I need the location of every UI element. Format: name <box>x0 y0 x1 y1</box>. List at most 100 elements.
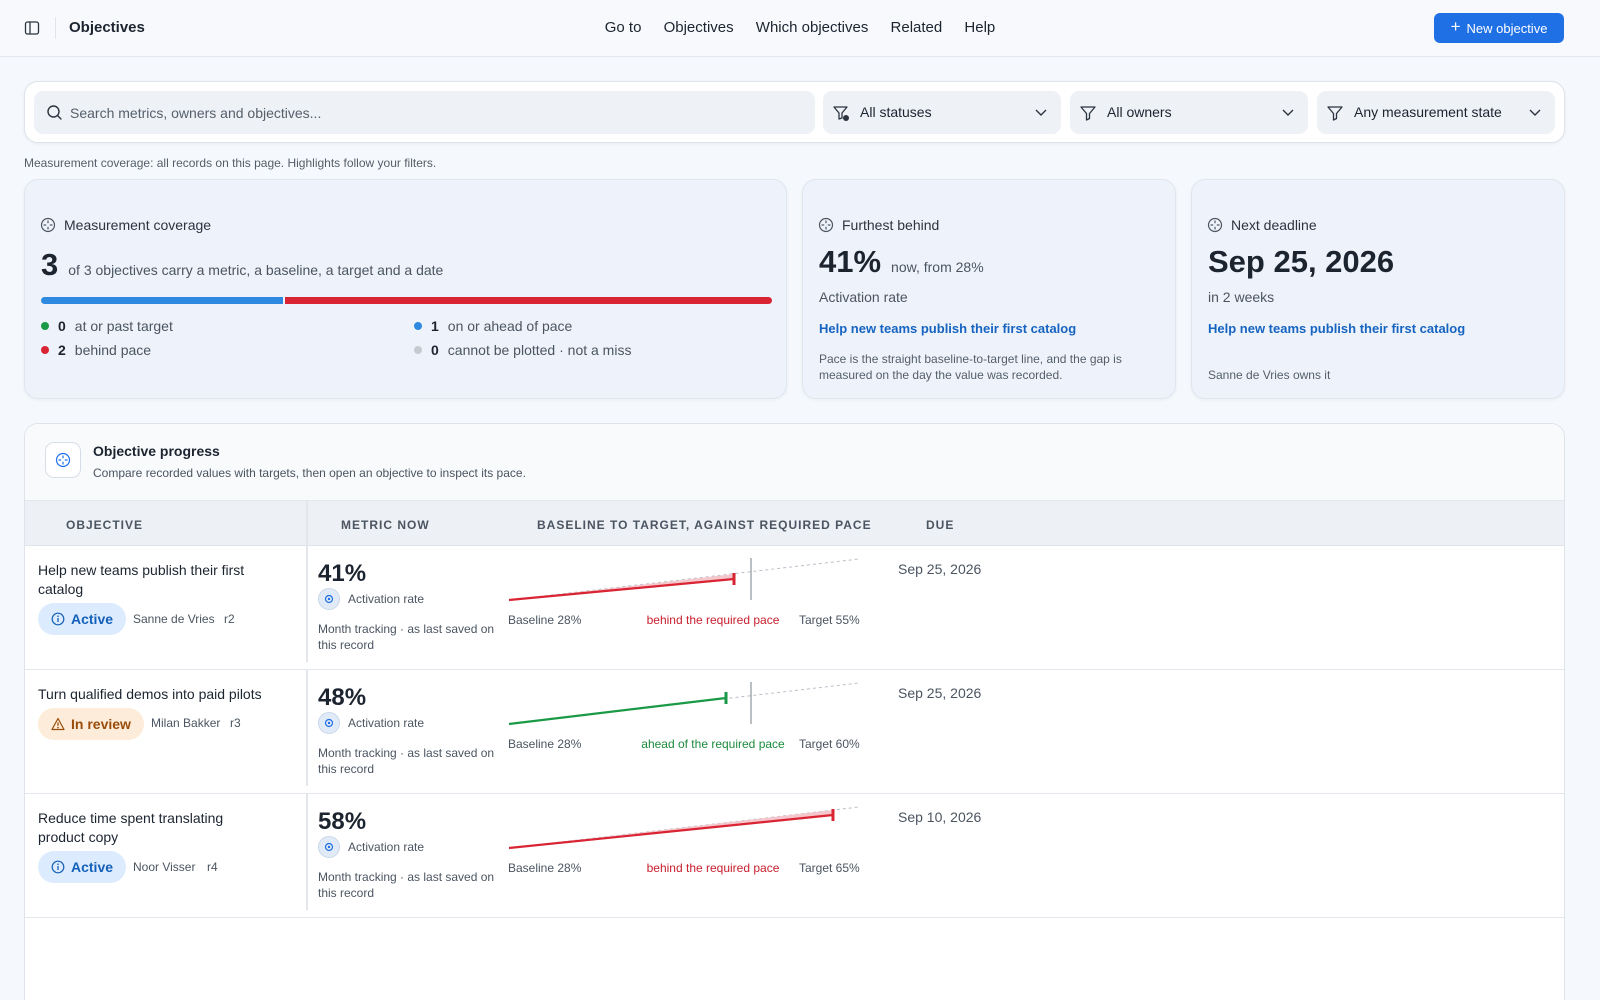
coverage-summary: 3 of 3 objectives carry a metric, a base… <box>41 247 443 283</box>
status-label: In review <box>71 716 131 732</box>
behind-objective-link[interactable]: Help new teams publish their first catal… <box>819 321 1076 336</box>
column-divider <box>306 546 308 662</box>
owner-filter[interactable]: All owners <box>1070 91 1308 134</box>
status-badge: Active <box>38 851 127 883</box>
info-icon <box>51 612 65 626</box>
target-label: Target 65% <box>799 861 860 875</box>
metric-note: Month tracking · as last saved on this r… <box>318 622 495 652</box>
metric-name-row: Activation rate <box>318 836 424 858</box>
card-title: Next deadline <box>1231 217 1317 233</box>
pace-sparkline <box>508 682 860 726</box>
legend-label: cannot be plotted · not a miss <box>447 342 632 358</box>
metric-name: Activation rate <box>348 592 425 606</box>
info-icon <box>51 860 65 874</box>
search-icon <box>47 105 62 120</box>
baseline-label: Baseline 28% <box>508 737 582 751</box>
nav-objectives[interactable]: Objectives <box>664 19 734 36</box>
filter-status-icon <box>833 106 849 121</box>
nav-go-to[interactable]: Go to <box>605 19 642 36</box>
coverage-bar <box>41 297 772 304</box>
nav-which-objectives[interactable]: Which objectives <box>756 19 869 36</box>
panel-subtitle: Compare recorded values with targets, th… <box>93 466 526 480</box>
legend-count: 0 <box>431 342 439 358</box>
coverage-summary-text: of 3 objectives carry a metric, a baseli… <box>68 262 444 278</box>
gear-icon <box>318 588 340 610</box>
objective-title[interactable]: Turn qualified demos into paid pilots <box>38 685 298 704</box>
target-label: Target 55% <box>799 613 860 627</box>
behind-from: now, from 28% <box>891 259 984 275</box>
metric-name: Activation rate <box>348 840 425 854</box>
legend-dot <box>414 346 422 354</box>
legend-count: 0 <box>58 318 66 334</box>
top-bar: Objectives Go to Objectives Which object… <box>0 0 1600 57</box>
legend-label: behind pace <box>74 342 152 358</box>
owner-name: Sanne de Vries <box>133 612 215 626</box>
filter-icon <box>1080 106 1096 121</box>
new-objective-button[interactable]: + New objective <box>1434 13 1564 43</box>
status-filter[interactable]: All statuses <box>823 91 1061 134</box>
deadline-objective-link[interactable]: Help new teams publish their first catal… <box>1208 321 1465 336</box>
legend-at-target: 0 at or past target <box>41 318 173 334</box>
metric-name: Activation rate <box>348 716 425 730</box>
search-box[interactable] <box>34 91 815 134</box>
legend-dot <box>414 322 422 330</box>
column-divider <box>306 794 308 910</box>
legend-dot <box>41 346 49 354</box>
nav-related[interactable]: Related <box>891 19 943 36</box>
table-row[interactable]: Help new teams publish their first catal… <box>25 546 1564 670</box>
search-input[interactable] <box>70 91 800 134</box>
pace-sparkline <box>508 558 860 602</box>
target-icon <box>45 442 81 478</box>
coverage-count: 3 <box>41 247 59 282</box>
due-date: Sep 25, 2026 <box>898 561 982 577</box>
pace-label: behind the required pace <box>646 613 780 627</box>
revision: r4 <box>207 860 218 874</box>
owner-name: Noor Visser <box>133 860 196 874</box>
measurement-filter-value: Any measurement state <box>1354 104 1502 120</box>
coverage-bar-behind <box>285 297 772 304</box>
table-header: OBJECTIVE METRIC NOW BASELINE TO TARGET,… <box>25 500 1564 546</box>
objective-title[interactable]: Reduce time spent translating product co… <box>38 809 258 847</box>
due-date: Sep 10, 2026 <box>898 809 982 825</box>
col-objective[interactable]: OBJECTIVE <box>66 518 143 532</box>
nav-help[interactable]: Help <box>964 19 995 36</box>
top-nav: Go to Objectives Which objectives Relate… <box>0 19 1600 36</box>
metric-value: 41% <box>318 560 367 587</box>
card-header: Next deadline <box>1207 217 1317 233</box>
panel-title: Objective progress <box>93 443 220 459</box>
chevron-down-icon <box>1529 109 1541 116</box>
behind-metric: Activation rate <box>819 289 908 305</box>
gear-icon <box>318 712 340 734</box>
legend-ahead: 1 on or ahead of pace <box>414 318 572 334</box>
objective-progress-panel: Objective progress Compare recorded valu… <box>24 423 1565 1000</box>
revision: r2 <box>224 612 235 626</box>
behind-value: 41% <box>819 244 882 279</box>
col-metric-now[interactable]: METRIC NOW <box>341 518 430 532</box>
next-deadline-card: Next deadline Sep 25, 2026 in 2 weeks He… <box>1191 179 1565 399</box>
furthest-behind-card: Furthest behind 41% now, from 28% Activa… <box>802 179 1176 399</box>
new-objective-label: New objective <box>1466 20 1548 36</box>
pace-note: Pace is the straight baseline-to-target … <box>819 352 1122 382</box>
legend-dot <box>41 322 49 330</box>
card-title: Furthest behind <box>842 217 940 233</box>
chevron-down-icon <box>1282 109 1294 116</box>
filter-bar: All statuses All owners Any measurement … <box>24 81 1565 143</box>
measurement-filter[interactable]: Any measurement state <box>1317 91 1555 134</box>
col-due[interactable]: DUE <box>926 518 954 532</box>
status-filter-value: All statuses <box>860 104 932 120</box>
card-header: Furthest behind <box>818 217 939 233</box>
objective-title[interactable]: Help new teams publish their first catal… <box>38 561 258 599</box>
behind-value-row: 41% now, from 28% <box>819 244 984 280</box>
chevron-down-icon <box>1035 109 1047 116</box>
table-row[interactable]: Reduce time spent translating product co… <box>25 794 1564 918</box>
col-baseline-target[interactable]: BASELINE TO TARGET, AGAINST REQUIRED PAC… <box>537 518 872 532</box>
card-header: Measurement coverage <box>40 217 211 233</box>
legend-label: on or ahead of pace <box>447 318 573 334</box>
metric-value: 48% <box>318 684 367 711</box>
crosshair-icon <box>818 217 834 233</box>
table-row[interactable]: Turn qualified demos into paid pilots In… <box>25 670 1564 794</box>
due-date: Sep 25, 2026 <box>898 685 982 701</box>
pace-label: ahead of the required pace <box>641 737 785 751</box>
pace-sparkline <box>508 806 860 850</box>
status-label: Active <box>71 611 114 627</box>
